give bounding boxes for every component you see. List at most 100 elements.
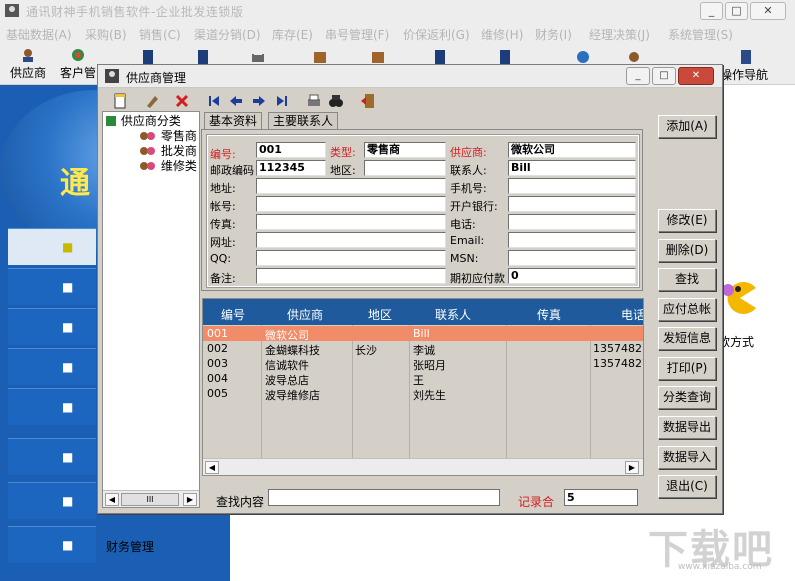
- table-horizontal-scrollbar[interactable]: ◀ ▶: [203, 458, 643, 475]
- dialog-title-bar: 供应商管理 _ □ ✕: [98, 65, 722, 88]
- column-header[interactable]: 传真: [537, 306, 561, 323]
- zip-field[interactable]: 112345: [256, 160, 326, 176]
- search-input[interactable]: [268, 489, 500, 506]
- nav-item-finance[interactable]: ■: [8, 526, 96, 563]
- bullet-icon: ■: [62, 400, 74, 414]
- column-header[interactable]: 联系人: [435, 306, 471, 323]
- next-record-icon[interactable]: [251, 93, 267, 109]
- account-field[interactable]: [256, 196, 446, 212]
- nav-item-7[interactable]: ■: [8, 482, 96, 519]
- payment-method-label[interactable]: 款方式: [718, 333, 754, 350]
- opening-payable-label: 期初应付款: [450, 272, 505, 285]
- menu-basic-data[interactable]: 基础数据(A): [6, 26, 72, 43]
- nav-item-5[interactable]: ■: [8, 388, 96, 425]
- fax-field[interactable]: [256, 214, 446, 230]
- pacman-icon: [722, 280, 758, 316]
- supplier-field[interactable]: 微软公司: [508, 142, 636, 158]
- category-query-button[interactable]: 分类查询: [658, 386, 716, 409]
- nav-item-2[interactable]: ■: [8, 268, 96, 305]
- bullet-icon: ■: [62, 320, 74, 334]
- scroll-left-arrow[interactable]: ◀: [105, 493, 119, 506]
- tab-contacts[interactable]: 主要联系人: [268, 112, 339, 130]
- note-field[interactable]: [256, 268, 446, 284]
- menu-system[interactable]: 系统管理(S): [668, 26, 733, 43]
- find-button[interactable]: 查找: [658, 268, 716, 291]
- print-icon[interactable]: [306, 93, 322, 109]
- table-row[interactable]: 002 金蝴蝶科技 长沙 李诚 13574827: [203, 341, 643, 357]
- category-tree: 供应商分类 零售商 批发商 维修类 ◀ III ▶: [102, 111, 200, 508]
- table-row[interactable]: 005 波导维修店 刘先生: [203, 386, 643, 402]
- previous-record-icon[interactable]: [228, 93, 244, 109]
- scroll-right-arrow[interactable]: ▶: [183, 493, 197, 506]
- column-header[interactable]: 电话: [621, 306, 643, 323]
- tree-horizontal-scrollbar[interactable]: ◀ III ▶: [103, 490, 199, 507]
- add-button[interactable]: 添加(A): [658, 115, 716, 138]
- scroll-thumb[interactable]: III: [121, 493, 179, 506]
- contact-field[interactable]: Bill: [508, 160, 636, 176]
- address-field[interactable]: [256, 178, 446, 194]
- menu-sales[interactable]: 销售(C): [139, 26, 181, 43]
- dialog-minimize-button[interactable]: _: [626, 67, 650, 85]
- finance-management-link[interactable]: 财务管理: [106, 538, 154, 555]
- nav-item-6[interactable]: ■: [8, 438, 96, 475]
- tab-basic-info[interactable]: 基本资料: [204, 112, 263, 130]
- menu-inventory[interactable]: 库存(E): [272, 26, 313, 43]
- send-sms-button[interactable]: 发短信息: [658, 327, 716, 350]
- nav-item-3[interactable]: ■: [8, 308, 96, 345]
- new-document-icon[interactable]: [112, 93, 128, 109]
- phone-field[interactable]: [508, 214, 636, 230]
- menu-serial[interactable]: 串号管理(F): [325, 26, 389, 43]
- table-row[interactable]: 004 波导总店 王: [203, 371, 643, 387]
- close-button[interactable]: ✕: [750, 2, 786, 20]
- type-field[interactable]: 零售商: [364, 142, 446, 158]
- scroll-left-arrow[interactable]: ◀: [205, 461, 219, 474]
- menu-repair[interactable]: 维修(H): [481, 26, 523, 43]
- tree-item-repair[interactable]: 维修类: [139, 157, 197, 174]
- column-header[interactable]: 地区: [368, 306, 392, 323]
- toolbar-customer[interactable]: 客户管: [60, 48, 96, 81]
- scroll-right-arrow[interactable]: ▶: [625, 461, 639, 474]
- opening-payable-field[interactable]: 0: [508, 268, 636, 284]
- import-button[interactable]: 数据导入: [658, 446, 716, 469]
- nav-item-4[interactable]: ■: [8, 348, 96, 385]
- mobile-field[interactable]: [508, 178, 636, 194]
- dialog-maximize-button[interactable]: □: [652, 67, 676, 85]
- edit-icon[interactable]: [144, 93, 160, 109]
- delete-button[interactable]: 删除(D): [658, 239, 716, 262]
- menu-finance[interactable]: 财务(I): [535, 26, 572, 43]
- exit-door-icon[interactable]: [360, 93, 376, 109]
- table-row[interactable]: 003 信诚软件 张昭月 13574827: [203, 356, 643, 372]
- menu-channel[interactable]: 渠道分销(D): [194, 26, 261, 43]
- menu-price-protect[interactable]: 价保返利(G): [403, 26, 470, 43]
- toolbar-guide-label[interactable]: 操作导航: [720, 66, 768, 83]
- export-button[interactable]: 数据导出: [658, 416, 716, 439]
- code-field[interactable]: 001: [256, 142, 326, 158]
- region-field[interactable]: [364, 160, 446, 176]
- tree-item-label: 维修类: [160, 159, 197, 173]
- exit-button[interactable]: 退出(C): [658, 475, 716, 498]
- dialog-close-button[interactable]: ✕: [678, 67, 714, 85]
- menu-decision[interactable]: 经理决策(J): [589, 26, 650, 43]
- menu-purchase[interactable]: 采购(B): [85, 26, 127, 43]
- qq-field[interactable]: [256, 250, 446, 266]
- binoculars-icon[interactable]: [328, 93, 344, 109]
- column-header[interactable]: 编号: [221, 306, 245, 323]
- website-field[interactable]: [256, 232, 446, 248]
- table-row[interactable]: 001 微软公司 Bill: [203, 326, 643, 342]
- toolbar-supplier[interactable]: 供应商: [10, 48, 46, 81]
- delete-icon[interactable]: [174, 93, 190, 109]
- last-record-icon[interactable]: [274, 93, 290, 109]
- payable-ledger-button[interactable]: 应付总帐: [658, 298, 716, 321]
- bank-field[interactable]: [508, 196, 636, 212]
- msn-field[interactable]: [508, 250, 636, 266]
- nav-item-1[interactable]: ■: [8, 228, 96, 265]
- minimize-button[interactable]: _: [700, 2, 723, 20]
- first-record-icon[interactable]: [206, 93, 222, 109]
- maximize-button[interactable]: □: [725, 2, 748, 20]
- email-field[interactable]: [508, 232, 636, 248]
- print-button[interactable]: 打印(P): [658, 357, 716, 380]
- toolbar-tool-10[interactable]: [738, 50, 754, 66]
- modify-button[interactable]: 修改(E): [658, 209, 716, 232]
- column-header[interactable]: 供应商: [287, 306, 323, 323]
- bullet-icon: ■: [62, 538, 74, 552]
